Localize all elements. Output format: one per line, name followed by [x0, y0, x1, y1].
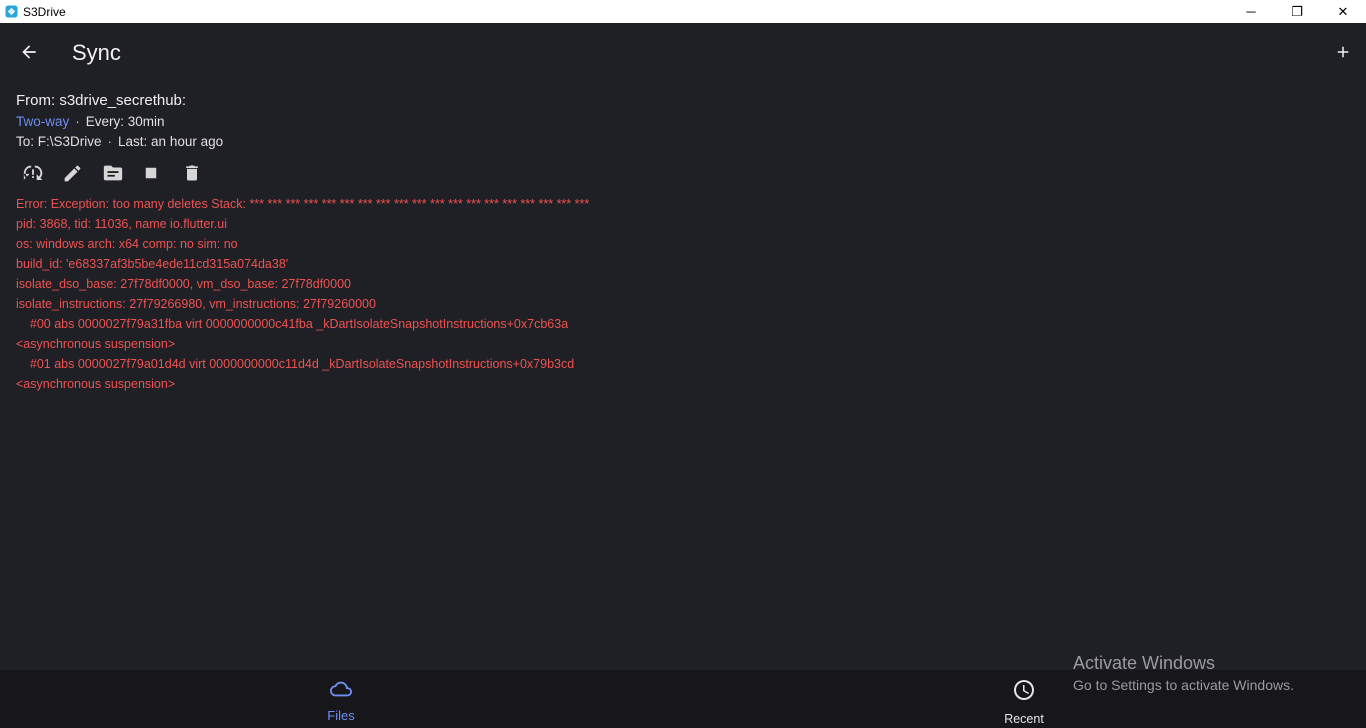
cloud-icon [328, 678, 354, 705]
sync-now-icon[interactable] [22, 160, 62, 186]
app-bar: Sync [0, 23, 1366, 81]
delete-trash-icon[interactable] [182, 160, 222, 186]
separator-dot: · [107, 134, 113, 149]
sync-interval: Every: 30min [85, 114, 165, 129]
window-titlebar: S3Drive ─ ❐ ✕ [0, 0, 1366, 23]
minimize-button[interactable]: ─ [1228, 0, 1274, 23]
sync-target-row: To: F:\S3Drive · Last: an hour ago [16, 132, 1346, 152]
error-line: pid: 3868, tid: 11036, name io.flutter.u… [16, 217, 228, 231]
error-line: <asynchronous suspension> [16, 337, 176, 351]
sync-error-log: Error: Exception: too many deletes Stack… [16, 194, 1346, 394]
nav-label-recent: Recent [1004, 712, 1044, 726]
watermark-title: Activate Windows [1073, 653, 1216, 673]
window-title: S3Drive [23, 4, 66, 19]
error-line: Error: Exception: too many deletes Stack… [16, 197, 590, 211]
separator-dot: · [75, 114, 80, 129]
edit-pencil-icon[interactable] [62, 160, 102, 186]
sync-last-run: Last: an hour ago [118, 134, 224, 149]
nav-item-recent[interactable]: Recent [984, 678, 1064, 726]
page-title: Sync [72, 40, 121, 65]
sync-mode-link[interactable]: Two-way [16, 114, 69, 129]
nav-item-files[interactable]: Files [301, 678, 381, 723]
error-line: #00 abs 0000027f79a31fba virt 0000000000… [16, 317, 569, 331]
error-line: #01 abs 0000027f79a01d4d virt 0000000000… [16, 357, 575, 371]
sync-detail: From: s3drive_secrethub: Two-way · Every: … [16, 90, 1346, 394]
watermark-subtitle: Go to Settings to activate Windows. [1073, 677, 1294, 693]
sync-to-label: To: F:\S3Drive [16, 134, 102, 149]
s3drive-logo-icon [4, 5, 18, 19]
close-button[interactable]: ✕ [1320, 0, 1366, 23]
error-line: os: windows arch: x64 comp: no sim: no [16, 237, 238, 251]
clock-icon [1012, 678, 1036, 707]
add-icon[interactable] [1328, 37, 1358, 67]
stop-icon[interactable] [142, 160, 182, 186]
sync-mode-row: Two-way · Every: 30min [16, 112, 1346, 132]
sync-actions [22, 160, 1346, 186]
back-arrow-icon[interactable] [14, 37, 44, 67]
activate-windows-watermark: Activate Windows Go to Settings to activ… [1073, 652, 1294, 695]
restore-button[interactable]: ❐ [1274, 0, 1320, 23]
error-line: build_id: 'e68337af3b5be4ede11cd315a074d… [16, 257, 289, 271]
folder-open-icon[interactable] [102, 160, 142, 186]
sync-from-label: From: s3drive_secrethub: [16, 92, 187, 109]
error-line: <asynchronous suspension> [16, 377, 176, 391]
error-line: isolate_instructions: 27f79266980, vm_in… [16, 297, 376, 311]
error-line: isolate_dso_base: 27f78df0000, vm_dso_ba… [16, 277, 351, 291]
nav-label-files: Files [327, 708, 355, 723]
